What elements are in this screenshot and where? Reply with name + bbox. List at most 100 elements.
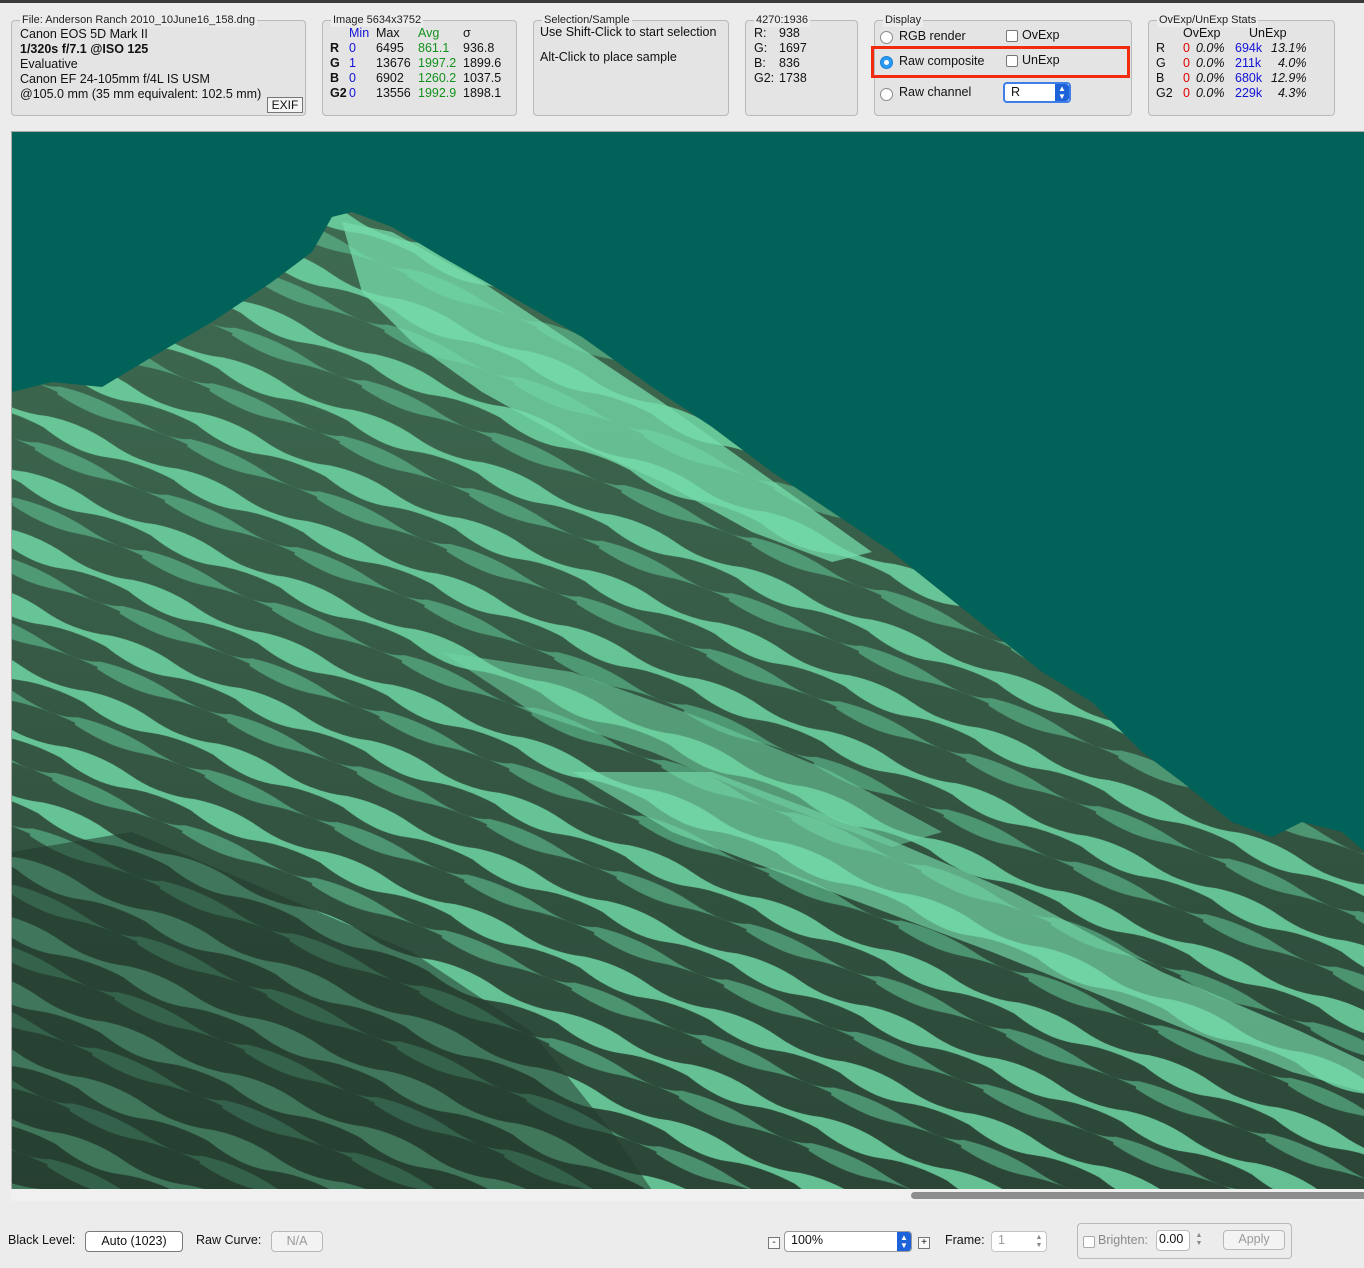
black-level-button[interactable]: Auto (1023) [85,1231,183,1252]
brighten-input[interactable]: 0.00 [1156,1230,1190,1251]
stats-row-sigma: 936.8 [463,41,495,55]
image-canvas[interactable] [11,131,1364,1190]
sample-label: R: [754,26,767,40]
scrollbar-thumb[interactable] [911,1192,1364,1199]
stats-row-ch: G [330,56,340,70]
sample-label: G: [754,41,768,55]
image-stats-group: Image 5634x3752 Min Max Avg σ R 0 6495 8… [322,13,517,116]
stats-row-max: 6495 [376,41,404,55]
chevron-updown-icon: ▲ ▼ [897,1232,911,1251]
stats-header-sigma: σ [463,26,471,40]
selection-hint-shift: Use Shift-Click to start selection [540,25,717,39]
selection-sample-group: Selection/Sample Use Shift-Click to star… [533,13,729,116]
brighten-stepper-icon[interactable]: ▲ ▼ [1194,1231,1204,1249]
zoom-in-button[interactable]: + [918,1237,930,1249]
channel-select[interactable]: R ▲ ▼ [1003,82,1071,103]
camera-model: Canon EOS 5D Mark II [20,27,148,41]
ovexp-row-ch: G [1156,56,1166,70]
sample-coordinates: 4270:1936 [754,13,810,27]
zoom-select-value: 100% [791,1233,823,1247]
ovexp-row-count: 0 [1183,86,1190,100]
unexp-row-pct: 4.3% [1278,86,1307,100]
stats-row-ch: B [330,71,340,85]
mountain-image [12,132,1364,1190]
chevron-updown-icon: ▲ ▼ [1055,84,1069,101]
frame-value: 1 [998,1233,1005,1247]
sample-label: G2: [754,71,775,85]
window-top-border [0,0,1364,3]
ovexp-row-pct: 0.0% [1196,56,1225,70]
frame-label: Frame: [945,1233,985,1247]
lens-info: Canon EF 24-105mm f/4L IS USM [20,72,210,86]
stats-row-sigma: 1898.1 [463,86,502,100]
brighten-value: 0.00 [1159,1232,1184,1246]
stats-row-avg: 1260.2 [418,71,457,85]
ovexp-row-pct: 0.0% [1196,71,1225,85]
unexp-row-count: 680k [1235,71,1263,85]
bottom-toolbar: Black Level: Auto (1023) Raw Curve: N/A … [0,1202,1364,1268]
stats-row-min: 1 [349,56,356,70]
unexp-row-count: 229k [1235,86,1263,100]
raw-channel-radio[interactable] [880,88,893,101]
stats-row-ch: G2 [330,86,347,100]
ovexp-checkbox[interactable] [1006,30,1018,42]
exposure-info: 1/320s f/7.1 @ISO 125 [20,42,149,56]
ovexp-row-count: 0 [1183,56,1190,70]
stats-row-avg: 1992.9 [418,86,457,100]
brighten-checkbox[interactable] [1083,1236,1095,1248]
raw-curve-button[interactable]: N/A [271,1231,323,1252]
ovexp-stats-header-unexp: UnExp [1249,26,1287,40]
raw-channel-label[interactable]: Raw channel [899,85,971,100]
horizontal-scrollbar[interactable] [11,1189,1364,1201]
stats-row-max: 13676 [376,56,411,70]
metering-mode: Evaluative [20,57,78,71]
display-legend: Display [883,13,924,27]
ovexp-unexp-stats-group: OvExp/UnExp Stats OvExp UnExp R 0 0.0% 6… [1148,13,1335,116]
unexp-row-pct: 12.9% [1271,71,1307,85]
stats-row-min: 0 [349,41,356,55]
unexp-row-pct: 4.0% [1278,56,1307,70]
ovexp-label[interactable]: OvExp [1022,28,1060,43]
raw-curve-label: Raw Curve: [196,1233,262,1247]
ovexp-row-ch: G2 [1156,86,1173,100]
black-level-label: Black Level: [8,1233,76,1247]
highlight-annotation [871,46,1130,78]
brighten-group: Brighten: 0.00 ▲ ▼ Apply [1077,1223,1292,1259]
unexp-row-count: 694k [1235,41,1263,55]
zoom-out-button[interactable]: - [768,1237,780,1249]
rgb-render-radio[interactable] [880,31,893,44]
ovexp-stats-header-ovexp: OvExp [1183,26,1221,40]
focal-length: @105.0 mm (35 mm equivalent: 102.5 mm) [20,87,262,101]
stats-row-max: 6902 [376,71,404,85]
file-info-legend: File: Anderson Ranch 2010_10June16_158.d… [20,13,258,27]
stats-row-ch: R [330,41,340,55]
sample-values-group: 4270:1936 R: 938 G: 1697 B: 836 G2: 1738 [745,13,858,116]
brighten-label: Brighten: [1098,1233,1149,1247]
rgb-render-label[interactable]: RGB render [899,29,966,44]
stats-row-sigma: 1899.6 [463,56,502,70]
sample-label: B: [754,56,766,70]
ovexp-row-ch: R [1156,41,1166,55]
file-info-group: File: Anderson Ranch 2010_10June16_158.d… [11,13,306,116]
unexp-row-pct: 13.1% [1271,41,1307,55]
ovexp-row-count: 0 [1183,41,1190,55]
frame-stepper[interactable]: 1 ▲ ▼ [991,1231,1047,1252]
apply-button[interactable]: Apply [1223,1230,1285,1250]
sample-value: 836 [779,56,800,70]
ovexp-row-pct: 0.0% [1196,41,1225,55]
stats-row-min: 0 [349,71,356,85]
selection-hint-alt: Alt-Click to place sample [540,50,677,64]
zoom-select[interactable]: 100% ▲ ▼ [784,1231,912,1252]
unexp-row-count: 211k [1235,56,1262,70]
stats-row-avg: 1997.2 [418,56,457,70]
sample-value: 1738 [779,71,807,85]
sample-value: 938 [779,26,800,40]
ovexp-row-count: 0 [1183,71,1190,85]
stats-row-max: 13556 [376,86,411,100]
stats-header-avg: Avg [418,26,440,40]
sample-value: 1697 [779,41,807,55]
stats-row-sigma: 1037.5 [463,71,502,85]
exif-button[interactable]: EXIF [267,97,303,113]
stats-row-avg: 861.1 [418,41,450,55]
channel-select-value: R [1011,85,1021,99]
